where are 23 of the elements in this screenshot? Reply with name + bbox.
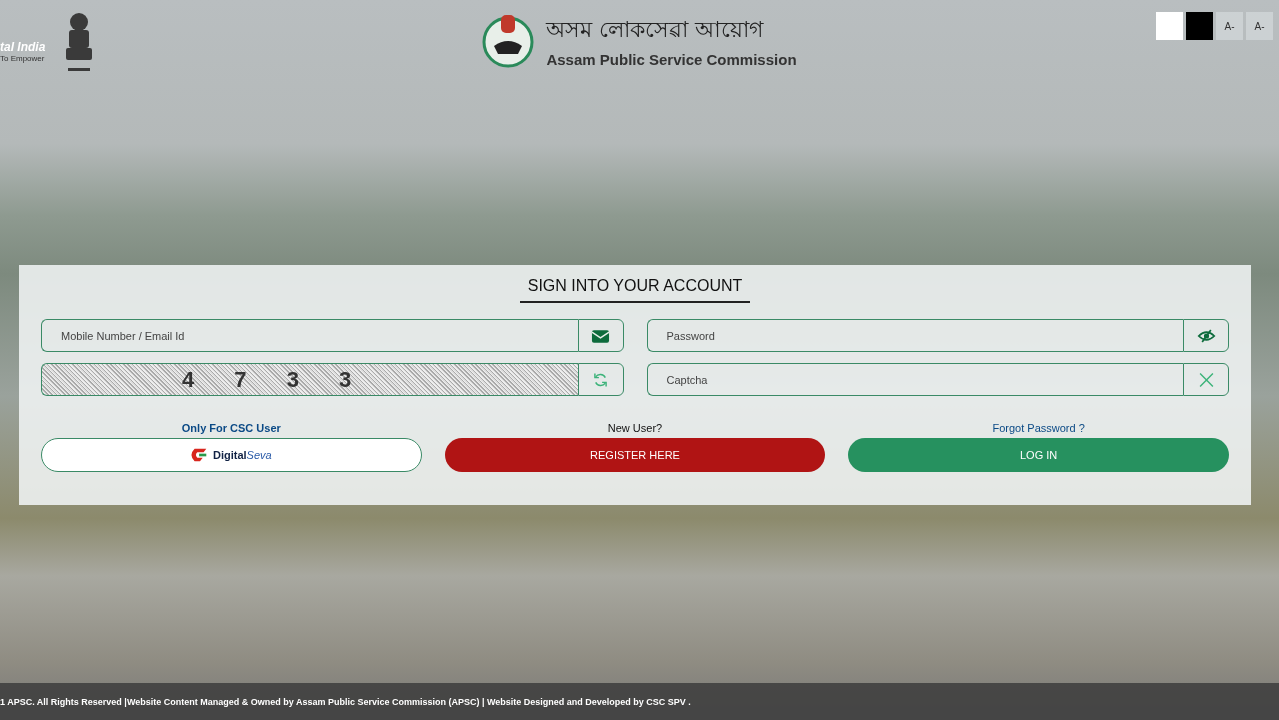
digital-seva-button[interactable]: DigitalSeva: [41, 438, 422, 472]
eye-slash-icon[interactable]: [1196, 327, 1216, 344]
org-name: Assam Public Service Commission: [546, 51, 797, 68]
login-title: SIGN INTO YOUR ACCOUNT: [519, 277, 751, 303]
captcha-image: 4 7 3 3: [41, 363, 578, 396]
input-field[interactable]: Password: [646, 319, 1183, 352]
input-field[interactable]: Captcha: [646, 363, 1183, 396]
font-size-button[interactable]: A-: [1216, 12, 1243, 40]
org-name-bengali: অসম লোকসেৱা আয়োগ: [546, 16, 765, 44]
action-caption: New User?: [607, 422, 663, 434]
envelope-icon: [591, 327, 610, 344]
seal-logo-icon: [482, 12, 535, 68]
login-button[interactable]: LOG IN: [848, 438, 1229, 472]
font-size-button[interactable]: A-: [1246, 12, 1273, 40]
action-caption[interactable]: Only For CSC User: [181, 422, 281, 434]
register-button[interactable]: REGISTER HERE: [444, 438, 826, 472]
action-caption[interactable]: Forgot Password ?: [992, 422, 1085, 434]
footer-text: 1 APSC. All Rights Reserved |Website Content Managed & Owned by Assam Public Service Commission (APSC) | Website Designed and Developed by CSC SPV .: [0, 696, 691, 707]
partner-tagline: To Empower: [0, 54, 46, 63]
partner-logo-text: tal India: [0, 40, 46, 54]
refresh-icon[interactable]: [591, 371, 610, 388]
seva-logo-icon: [190, 446, 209, 464]
input-field[interactable]: Mobile Number / Email Id: [41, 319, 578, 352]
